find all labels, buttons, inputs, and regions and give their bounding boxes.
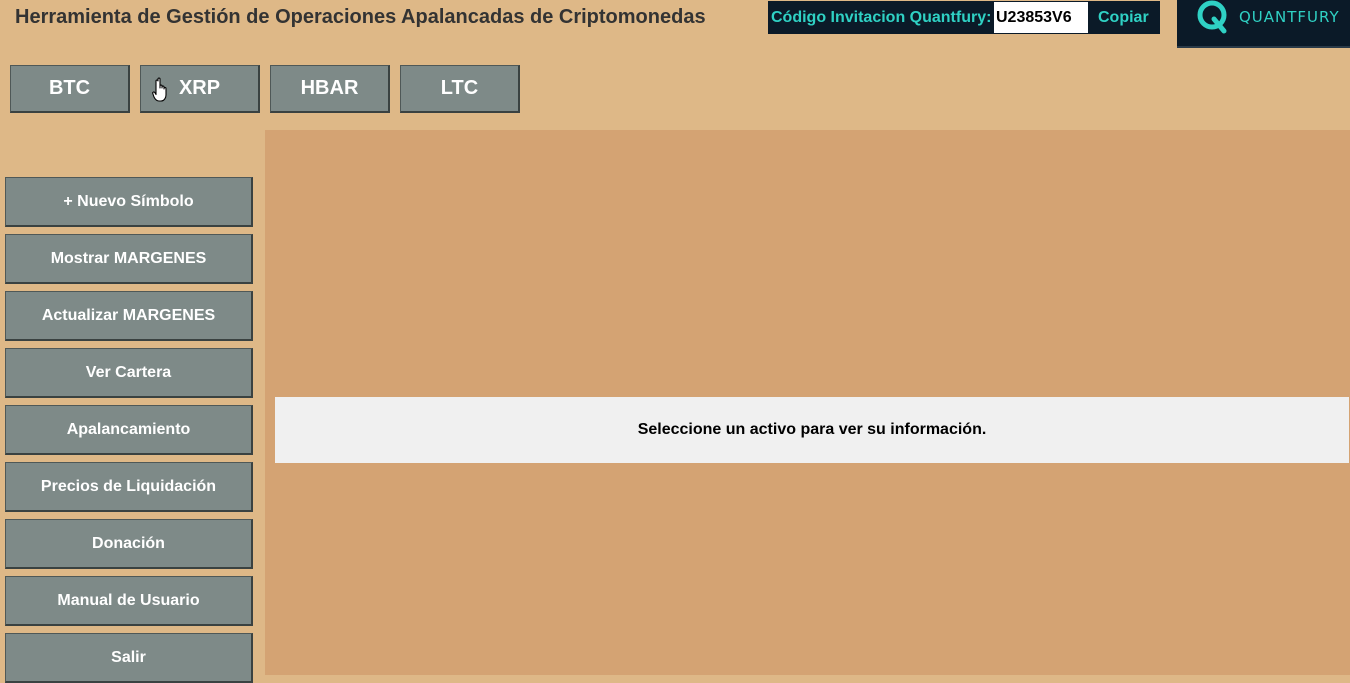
- sidebar-item-salir[interactable]: Salir: [5, 633, 253, 683]
- sidebar-item-nuevo-simbolo[interactable]: + Nuevo Símbolo: [5, 177, 253, 227]
- sidebar-item-donacion[interactable]: Donación: [5, 519, 253, 569]
- invite-code-label: Código Invitacion Quantfury:: [771, 9, 992, 26]
- sidebar-item-precios-liquidacion[interactable]: Precios de Liquidación: [5, 462, 253, 512]
- info-message: Seleccione un activo para ver su informa…: [637, 421, 987, 438]
- coin-tab-btc[interactable]: BTC: [10, 65, 130, 113]
- app-title: Herramienta de Gestión de Operaciones Ap…: [15, 6, 706, 28]
- sidebar-item-mostrar-margenes[interactable]: Mostrar MARGENES: [5, 234, 253, 284]
- quantfury-brand[interactable]: QUANTFURY: [1177, 0, 1350, 48]
- main-panel: Seleccione un activo para ver su informa…: [265, 130, 1350, 675]
- brand-name: QUANTFURY: [1239, 8, 1340, 26]
- hand-cursor-icon: [152, 77, 167, 102]
- sidebar-item-actualizar-margenes[interactable]: Actualizar MARGENES: [5, 291, 253, 341]
- invite-code-field[interactable]: [994, 2, 1088, 33]
- coin-tab-ltc[interactable]: LTC: [400, 65, 520, 113]
- sidebar-item-apalancamiento[interactable]: Apalancamiento: [5, 405, 253, 455]
- coin-tab-hbar[interactable]: HBAR: [270, 65, 390, 113]
- quantfury-logo-icon: [1197, 0, 1227, 34]
- invite-code-box: Código Invitacion Quantfury: Copiar: [768, 1, 1160, 34]
- sidebar-item-manual-usuario[interactable]: Manual de Usuario: [5, 576, 253, 626]
- copy-button[interactable]: Copiar: [1098, 9, 1149, 27]
- info-message-box: Seleccione un activo para ver su informa…: [275, 397, 1349, 463]
- sidebar-item-ver-cartera[interactable]: Ver Cartera: [5, 348, 253, 398]
